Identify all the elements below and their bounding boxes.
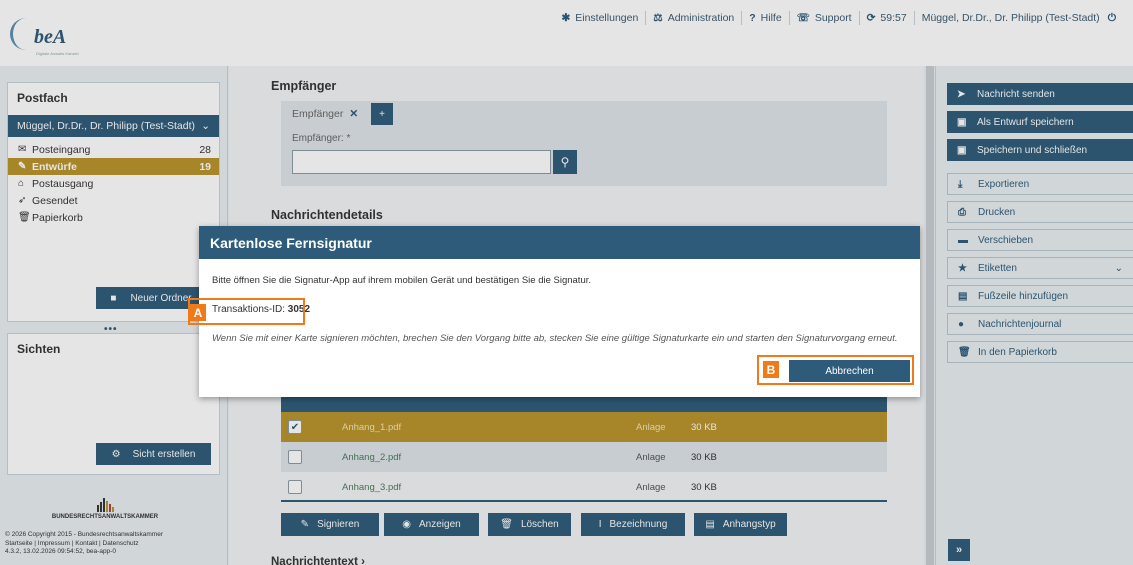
marker-b-frame bbox=[757, 355, 914, 385]
marker-b: B bbox=[763, 361, 779, 378]
dialog-title: Kartenlose Fernsignatur bbox=[199, 226, 920, 259]
dialog-hint: Wenn Sie mit einer Karte signieren möcht… bbox=[212, 333, 898, 344]
dialog-instruction: Bitte öffnen Sie die Signatur-App auf ih… bbox=[212, 275, 592, 286]
marker-a: A bbox=[190, 304, 206, 321]
